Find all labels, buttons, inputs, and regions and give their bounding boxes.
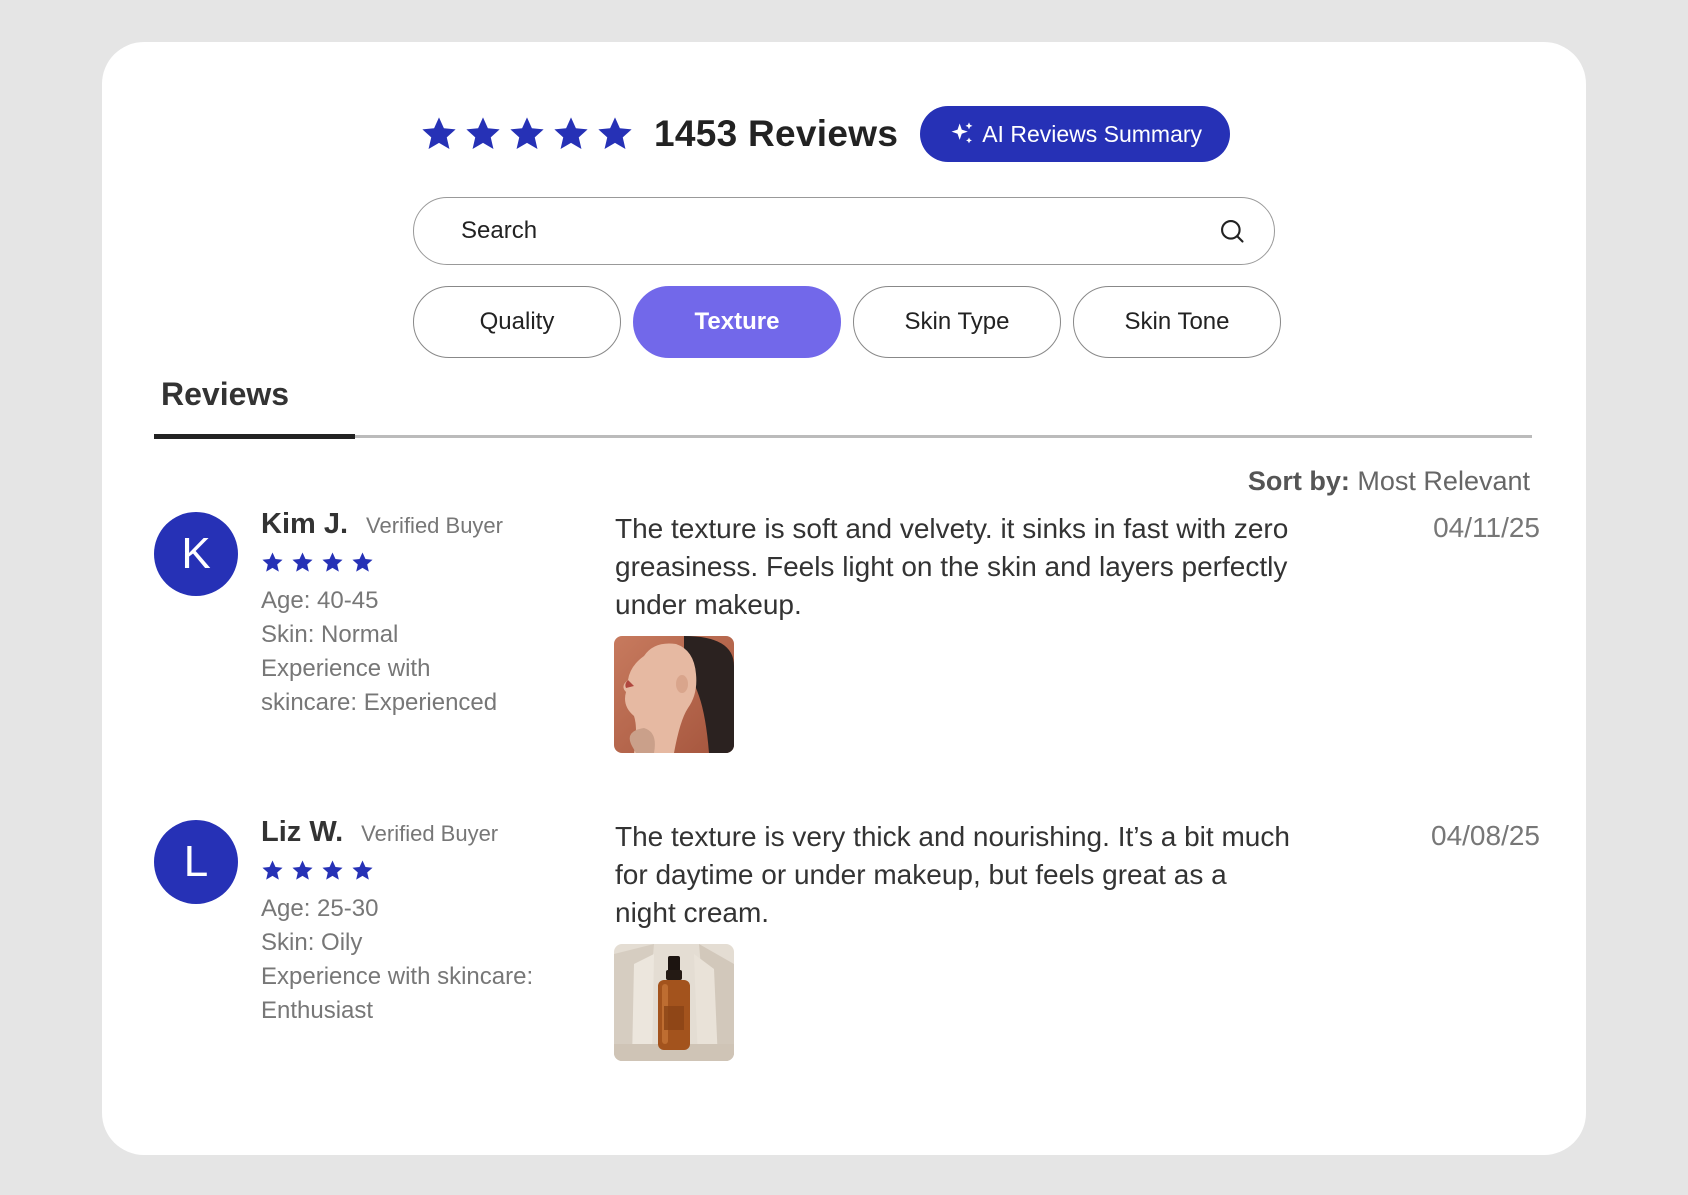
review-rating-stars (261, 551, 581, 574)
star-icon (466, 117, 500, 150)
filter-chip-skin-tone[interactable]: Skin Tone (1073, 286, 1281, 358)
review-date: 04/08/25 (1431, 820, 1540, 851)
review-date: 04/11/25 (1433, 512, 1540, 543)
reviewer-experience-line2: Enthusiast (261, 997, 374, 1024)
woman-profile-photo (614, 636, 734, 753)
search-icon[interactable] (1218, 217, 1246, 245)
ai-reviews-summary-label: AI Reviews Summary (982, 120, 1203, 147)
star-icon (322, 860, 343, 880)
star-icon (554, 117, 588, 150)
star-icon (598, 117, 632, 150)
tab-divider (154, 435, 1532, 438)
verified-buyer-badge: Verified Buyer (361, 821, 499, 846)
reviewer-age: Age: 25-30 (261, 895, 379, 922)
reviewer-info: Age: 25-30 Skin: Oily Experience with sk… (261, 892, 581, 1028)
star-icon (352, 860, 373, 880)
sparkle-icon (951, 122, 973, 144)
star-icon (292, 552, 313, 572)
review-rating-stars (261, 859, 581, 882)
tab-active-indicator (154, 434, 355, 439)
serum-bottle-photo (614, 944, 734, 1061)
reviewer-info: Age: 40-45 Skin: Normal Experience with … (261, 584, 581, 720)
reviewer-experience-line1: Experience with (261, 655, 431, 682)
reviewer-name: Kim J. (261, 508, 349, 540)
reviewer-name: Liz W. (261, 816, 344, 848)
reviews-card: 1453 Reviews AI Reviews Summary Quality … (102, 42, 1586, 1155)
reviewer-experience-line2: skincare: Experienced (261, 689, 498, 716)
verified-buyer-badge: Verified Buyer (366, 513, 503, 538)
reviews-header: 1453 Reviews AI Reviews Summary (102, 104, 1586, 164)
reviewer-age: Age: 40-45 (261, 587, 379, 614)
star-icon (262, 552, 283, 572)
avatar: L (154, 820, 238, 904)
reviewer-experience-line1: Experience with skincare: (261, 963, 534, 990)
star-icon (352, 552, 373, 572)
review-item: K Kim J. Verified Buyer Age: 40-45 Skin:… (154, 508, 1540, 772)
review-item: L Liz W. Verified Buyer Age: 25-30 Skin:… (154, 816, 1540, 1080)
search-bar (413, 197, 1275, 265)
reviewer-skin: Skin: Normal (261, 621, 399, 648)
star-icon (322, 552, 343, 572)
star-icon (292, 860, 313, 880)
review-photo-woman[interactable] (614, 636, 734, 753)
sort-dropdown[interactable]: Sort by: Most Relevant (1248, 466, 1530, 497)
reviewer-skin: Skin: Oily (261, 929, 363, 956)
review-text: The texture is very thick and nourishing… (615, 821, 1290, 928)
star-icon (422, 117, 456, 150)
review-text: The texture is soft and velvety. it sink… (615, 513, 1289, 620)
tab-reviews[interactable]: Reviews (161, 376, 289, 413)
ai-reviews-summary-button[interactable]: AI Reviews Summary (920, 106, 1231, 162)
review-photo-serum[interactable] (614, 944, 734, 1061)
filter-chip-quality[interactable]: Quality (413, 286, 621, 358)
avatar: K (154, 512, 238, 596)
filter-chip-skin-type[interactable]: Skin Type (853, 286, 1061, 358)
review-count: 1453 Reviews (653, 113, 899, 154)
star-icon (510, 117, 544, 150)
sort-label: Sort by: (1247, 466, 1350, 496)
search-input[interactable] (459, 216, 1218, 246)
star-icon (262, 860, 283, 880)
sort-value: Most Relevant (1357, 466, 1530, 496)
overall-rating-stars (420, 115, 634, 153)
filter-chips: Quality Texture Skin Type Skin Tone (413, 286, 1281, 358)
filter-chip-texture[interactable]: Texture (633, 286, 841, 358)
